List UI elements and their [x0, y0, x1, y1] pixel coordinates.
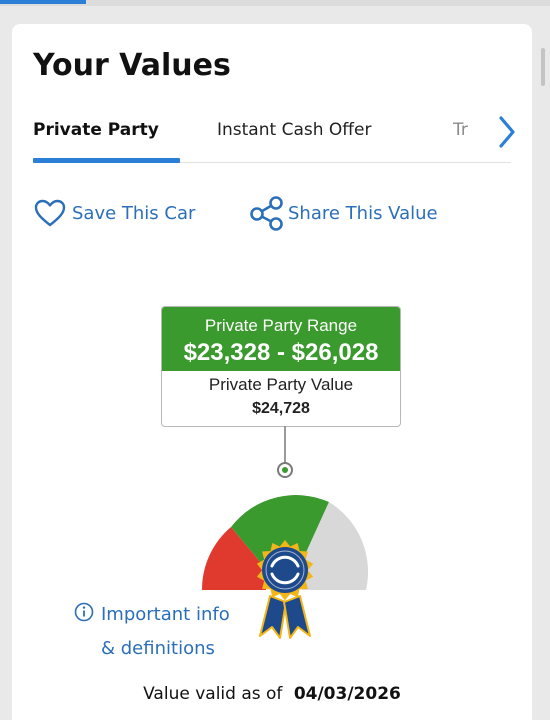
valid-label: Value valid as of — [143, 684, 283, 704]
page-title: Your Values — [33, 48, 231, 83]
value-valid-date: Value valid as of 04/03/2026 — [12, 684, 532, 704]
info-link-line-2: & definitions — [101, 638, 215, 659]
range-value: $23,328 - $26,028 — [183, 339, 379, 366]
tab-private-party[interactable]: Private Party — [33, 120, 159, 140]
tab-trade-in-truncated[interactable]: Tr — [453, 120, 483, 140]
valuation-popup: Private Party Range $23,328 - $26,028 Pr… — [161, 306, 401, 427]
chevron-right-icon — [499, 116, 515, 148]
value-label: Private Party Value — [208, 375, 354, 394]
range-label: Private Party Range — [204, 316, 358, 335]
tab-instant-cash-offer[interactable]: Instant Cash Offer — [217, 120, 371, 140]
share-icon — [250, 196, 283, 231]
value-tabs: Private Party Instant Cash Offer Tr — [33, 114, 515, 166]
values-card: Your Values Private Party Instant Cash O… — [12, 24, 532, 720]
info-link-line-1: Important info — [101, 604, 230, 625]
tabs-next-button[interactable] — [493, 112, 519, 152]
scrollbar[interactable] — [541, 48, 545, 86]
active-tab-indicator — [33, 158, 180, 163]
share-value-button[interactable]: Share This Value — [248, 195, 438, 231]
top-strip — [0, 0, 550, 6]
info-icon — [74, 602, 94, 622]
value-amount: $24,728 — [252, 400, 310, 417]
important-info-link[interactable]: Important info & definitions — [74, 600, 274, 674]
heart-icon — [34, 199, 66, 227]
valid-date: 04/03/2026 — [293, 684, 401, 704]
top-strip-indicator — [0, 0, 86, 4]
share-value-label: Share This Value — [288, 202, 438, 224]
save-car-button[interactable]: Save This Car — [33, 195, 195, 231]
save-car-label: Save This Car — [72, 202, 196, 224]
